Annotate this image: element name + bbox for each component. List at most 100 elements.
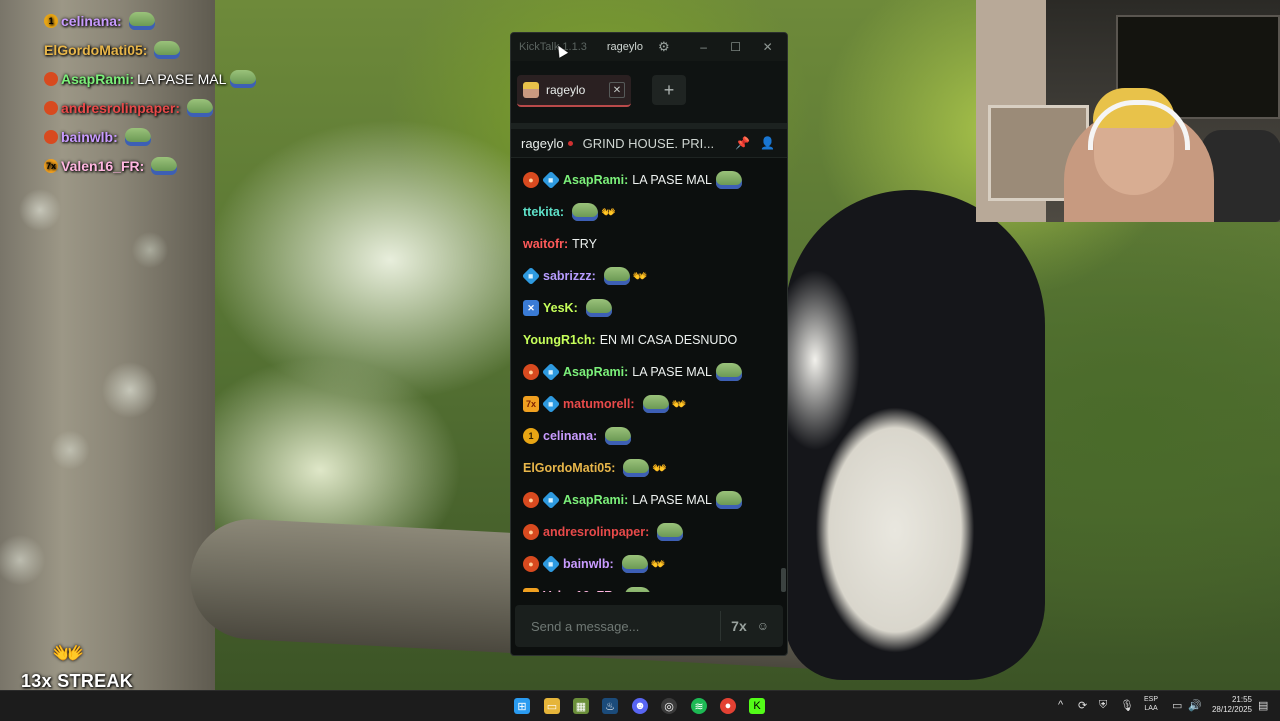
spotify-icon[interactable]: ≋ bbox=[691, 698, 707, 714]
webcam-feed bbox=[976, 0, 1280, 222]
overlay-username: ElGordoMati05: bbox=[44, 41, 148, 58]
lemur bbox=[785, 190, 1045, 680]
message-username[interactable]: ttekita: bbox=[523, 205, 564, 219]
hands-icon: 👐 bbox=[52, 638, 85, 668]
badge-icon bbox=[44, 71, 58, 86]
close-button[interactable]: ✕ bbox=[752, 40, 784, 54]
hands-emote-icon: 👐 bbox=[600, 205, 616, 219]
emote-icon bbox=[715, 171, 742, 189]
overlay-row: AsapRami: LA PASE MAL bbox=[44, 64, 257, 93]
chat-message[interactable]: waitofr: TRY bbox=[511, 228, 787, 260]
chat-message[interactable]: ◆ sabrizzz: 👐 bbox=[511, 260, 787, 292]
channel-name[interactable]: rageylo bbox=[521, 136, 564, 151]
volume-icon[interactable]: 🔊 bbox=[1188, 699, 1202, 712]
emote-icon bbox=[603, 267, 630, 285]
overlay-row: bainwlb: bbox=[44, 122, 256, 151]
chevron-up-icon[interactable]: ^ bbox=[1058, 699, 1063, 711]
message-username[interactable]: ElGordoMati05: bbox=[523, 461, 615, 475]
tab-bar: rageylo ✕ + bbox=[511, 61, 787, 123]
message-username[interactable]: matumorell: bbox=[563, 397, 635, 411]
chat-message[interactable]: 1 celinana: bbox=[511, 420, 787, 452]
hands-emote-icon: 👐 bbox=[632, 269, 648, 283]
message-username[interactable]: AsapRami: bbox=[563, 493, 628, 507]
gold-badge-icon: 1 bbox=[523, 428, 539, 444]
message-username[interactable]: sabrizzz: bbox=[543, 269, 596, 283]
stream-title: GRIND HOUSE. PRI... bbox=[582, 135, 715, 151]
chat-message[interactable]: ElGordoMati05: 👐 bbox=[511, 452, 787, 484]
emoji-icon[interactable]: ☺ bbox=[757, 619, 769, 633]
message-username[interactable]: waitofr: bbox=[523, 237, 568, 251]
emote-icon bbox=[642, 395, 669, 413]
overlay-username: celinana: bbox=[61, 12, 122, 29]
overlay-row: ElGordoMati05: bbox=[44, 35, 256, 64]
message-username[interactable]: bainwlb: bbox=[563, 557, 614, 571]
emote-icon bbox=[187, 98, 214, 117]
chat-message[interactable]: ● ◆ AsapRami: LA PASE MAL bbox=[511, 356, 787, 388]
obs-icon[interactable]: ◎ bbox=[661, 698, 677, 714]
hands-emote-icon: 👐 bbox=[671, 397, 687, 411]
chat-message[interactable]: 7x Valen16_FR: 👐 bbox=[511, 580, 787, 592]
message-input-bar: 7x ☺ bbox=[515, 605, 783, 647]
tab-rageylo[interactable]: rageylo ✕ bbox=[517, 75, 631, 107]
minecraft-icon[interactable]: ▦ bbox=[573, 698, 589, 714]
microphone-icon[interactable]: 🎙 bbox=[1120, 699, 1134, 712]
chat-header: rageylo GRIND HOUSE. PRI... 📌 👤 bbox=[511, 129, 787, 158]
x-badge-icon: ✕ bbox=[523, 300, 539, 316]
network-icon[interactable]: ▭ bbox=[1172, 699, 1182, 712]
chrome-icon[interactable]: ● bbox=[720, 698, 736, 714]
overlay-username: Valen16_FR: bbox=[61, 157, 145, 174]
message-username[interactable]: YoungR1ch: bbox=[523, 333, 596, 347]
message-username[interactable]: celinana: bbox=[543, 429, 597, 443]
message-username[interactable]: YesK: bbox=[543, 301, 578, 315]
discord-icon[interactable]: ☻ bbox=[632, 698, 648, 714]
maximize-button[interactable]: ☐ bbox=[720, 40, 752, 54]
chat-messages[interactable]: ● ◆ AsapRami: LA PASE MAL ttekita: 👐 waitofr: T… bbox=[511, 164, 787, 592]
scrollbar[interactable] bbox=[781, 568, 786, 592]
minimize-button[interactable]: – bbox=[688, 40, 720, 54]
cube-badge-icon: ◆ bbox=[541, 490, 561, 510]
kick-icon[interactable]: K bbox=[749, 698, 765, 714]
lang-layout: LAA bbox=[1144, 705, 1158, 712]
message-username[interactable]: Valen16_FR: bbox=[543, 589, 617, 592]
gear-icon[interactable]: ⚙ bbox=[658, 39, 670, 55]
chat-message[interactable]: YoungR1ch: EN MI CASA DESNUDO bbox=[511, 324, 787, 356]
tab-label: rageylo bbox=[546, 83, 586, 97]
clock[interactable]: 21:55 28/12/2025 bbox=[1208, 695, 1252, 715]
emote-icon bbox=[571, 203, 598, 221]
language-indicator[interactable]: ESP LAA bbox=[1144, 695, 1158, 713]
pin-icon[interactable]: 📌 bbox=[735, 136, 750, 150]
message-username[interactable]: AsapRami: bbox=[563, 173, 628, 187]
file-explorer-icon[interactable]: ▭ bbox=[544, 698, 560, 714]
chat-message[interactable]: ● ◆ bainwlb: 👐 bbox=[511, 548, 787, 580]
steam-icon[interactable]: ♨ bbox=[602, 698, 618, 714]
chat-message[interactable]: ✕ YesK: bbox=[511, 292, 787, 324]
hands-emote-icon: 👐 bbox=[652, 461, 668, 475]
input-divider bbox=[720, 611, 722, 641]
chat-message[interactable]: ● ◆ AsapRami: LA PASE MAL bbox=[511, 484, 787, 516]
user-icon[interactable]: 👤 bbox=[760, 136, 775, 150]
app-title: KickTalk 1.1.3 bbox=[519, 41, 587, 53]
kicktalk-emote-icon[interactable]: 7x bbox=[731, 618, 747, 634]
emote-icon bbox=[124, 127, 151, 146]
chat-message[interactable]: ● ◆ AsapRami: LA PASE MAL bbox=[511, 164, 787, 196]
title-bar[interactable]: KickTalk 1.1.3 rageylo ⚙ – ☐ ✕ bbox=[511, 33, 787, 61]
notification-icon[interactable]: ▤ bbox=[1258, 699, 1268, 712]
windows-start-icon[interactable]: ⊞ bbox=[514, 698, 530, 714]
tab-close-icon[interactable]: ✕ bbox=[609, 82, 625, 98]
streak-label: 13x STREAK bbox=[21, 671, 134, 691]
kicktalk-window: KickTalk 1.1.3 rageylo ⚙ – ☐ ✕ rageylo ✕… bbox=[510, 32, 788, 656]
message-username[interactable]: andresrolinpaper: bbox=[543, 525, 649, 539]
message-username[interactable]: AsapRami: bbox=[563, 365, 628, 379]
overlay-username: bainwlb: bbox=[61, 128, 118, 145]
chat-message[interactable]: ttekita: 👐 bbox=[511, 196, 787, 228]
emote-icon bbox=[128, 11, 155, 30]
chat-message[interactable]: 7x ◆ matumorell: 👐 bbox=[511, 388, 787, 420]
overlay-row: 1 celinana: bbox=[44, 6, 256, 35]
titlebar-username[interactable]: rageylo bbox=[607, 41, 643, 53]
sync-icon[interactable]: ⟳ bbox=[1078, 699, 1087, 712]
red-badge-icon: ● bbox=[523, 172, 539, 188]
add-tab-button[interactable]: + bbox=[652, 75, 686, 105]
message-input[interactable] bbox=[529, 617, 721, 635]
shield-icon[interactable]: ⛨ bbox=[1099, 699, 1107, 712]
chat-message[interactable]: ● andresrolinpaper: bbox=[511, 516, 787, 548]
